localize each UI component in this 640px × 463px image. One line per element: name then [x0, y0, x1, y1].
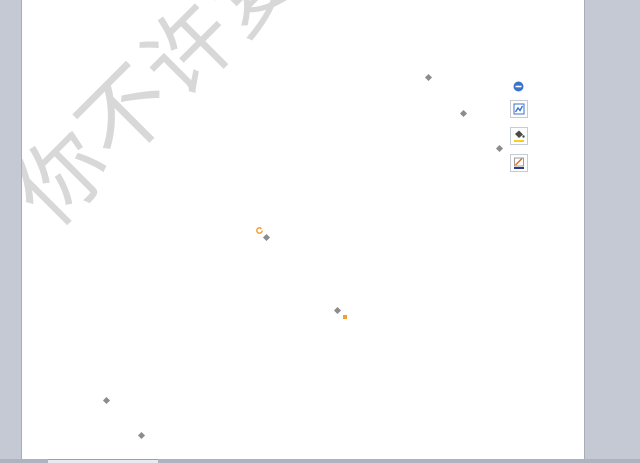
selection-handle-right[interactable]	[495, 144, 504, 153]
watermark-text-shape[interactable]: 你不许复制哦	[22, 0, 449, 245]
selection-handle-top[interactable]	[424, 73, 433, 82]
selection-handle-top-right[interactable]	[459, 109, 468, 118]
selection-handle-left[interactable]	[102, 396, 111, 405]
wrap-layout-icon	[513, 103, 525, 115]
selection-handle-bottom-left[interactable]	[137, 431, 146, 440]
selection-handle-rotate-base[interactable]	[262, 233, 271, 242]
pen-outline-icon	[514, 157, 524, 169]
shape-outline-button[interactable]	[510, 154, 528, 172]
rotate-icon[interactable]	[255, 226, 264, 235]
paint-bucket-icon	[514, 130, 525, 142]
taskbar-tab[interactable]	[48, 459, 158, 463]
minus-circle-icon[interactable]	[513, 81, 524, 92]
document-page[interactable]: 你不许复制哦	[22, 0, 584, 459]
shape-anchor-point[interactable]	[343, 315, 347, 319]
shape-fill-button[interactable]	[510, 127, 528, 145]
shape-layout-button[interactable]	[510, 100, 528, 118]
selection-handle-center[interactable]	[333, 306, 342, 315]
